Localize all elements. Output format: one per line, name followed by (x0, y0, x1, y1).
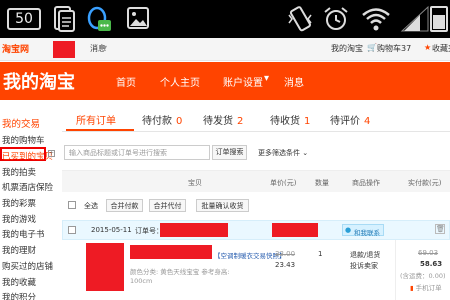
expand-icon[interactable]: + (48, 150, 55, 157)
select-all-checkbox[interactable] (68, 201, 76, 209)
order-search-button[interactable]: 订单搜索 (212, 145, 247, 160)
sidebar-item-ebooks[interactable]: 我的电子书 (2, 228, 45, 240)
nav-home[interactable]: 首页 (116, 74, 136, 89)
wangwang-icon: ● (345, 226, 352, 234)
col-unit-price: 单价(元) (270, 179, 297, 187)
sidebar-title: 我的交易 (2, 119, 41, 130)
complain-link[interactable]: 投诉卖家 (350, 261, 378, 271)
cart-icon: 🛒 (367, 43, 377, 52)
page-title: 我的淘宝 (3, 72, 75, 93)
column-divider (395, 240, 396, 300)
sidebar-item-finance[interactable]: 我的理财 (2, 244, 36, 256)
contact-seller-button[interactable]: ● 和我联系 (342, 224, 384, 237)
col-quantity: 数量 (315, 179, 329, 187)
order-tabs: 所有订单 待付款 0 待发货 2 待收货 1 待评价 4 (62, 104, 450, 132)
tab-pending-payment[interactable]: 待付款 0 (142, 112, 182, 127)
active-tab-indicator (66, 129, 134, 131)
original-unit-price: 33.00 (275, 250, 296, 258)
sidebar-item-shops[interactable]: 购买过的店铺 (2, 260, 53, 272)
redacted-product-image[interactable] (86, 243, 124, 291)
paid-amount: 58.63 (420, 260, 443, 268)
sidebar-item-bought[interactable]: 已买到的宝贝 (2, 150, 53, 162)
order-date: 2015-05-11 (91, 226, 132, 234)
search-placeholder: 输入商品标题或订单号进行搜索 (69, 149, 167, 157)
sidebar-item-points[interactable]: 我的积分 (2, 291, 36, 300)
batch-confirm-receipt-button[interactable]: 批量确认收货 (196, 199, 249, 212)
original-paid-amount: 69.03 (418, 249, 439, 257)
favorites-link[interactable]: 收藏夹 (432, 43, 450, 54)
order-table-header: 宝贝 单价(元) 数量 商品操作 实付款(元) (62, 170, 450, 192)
qq-chat-icon (87, 6, 111, 31)
order-search-input[interactable]: 输入商品标题或订单号进行搜索 (64, 145, 210, 160)
screen: 50 淘宝网 消息 ▾ 我的淘宝 🛒 购物车37 ★ 收藏 我的淘宝 首页 个人… (0, 0, 450, 300)
merge-pay-button[interactable]: 合并付款 (106, 199, 143, 212)
redacted-shop-name[interactable] (272, 223, 318, 237)
col-paid: 实付款(元) (408, 179, 442, 187)
redacted-username (53, 41, 75, 58)
shipping-fee: (含运费：0.00) (400, 272, 446, 280)
cart-link[interactable]: 购物车37 (377, 43, 411, 54)
sidebar-item-lottery[interactable]: 我的彩票 (2, 197, 36, 209)
order-checkbox[interactable] (68, 226, 76, 234)
col-item-actions: 商品操作 (352, 179, 380, 187)
more-filters-link[interactable]: 更多筛选条件 ⌄ (258, 148, 308, 158)
merge-proxy-pay-button[interactable]: 合并代付 (149, 199, 186, 212)
taobao-top-bar: 淘宝网 消息 ▾ 我的淘宝 🛒 购物车37 ★ 收藏夹 (0, 38, 450, 61)
taobao-logo[interactable]: 淘宝网 (2, 42, 29, 55)
product-spec: 颜色分类: 黄色天线宝宝 参考身高: 100cm (130, 268, 230, 285)
redacted-order-number (160, 223, 228, 237)
my-taobao-header: 我的淘宝 首页 个人主页 账户设置 ▾ 消息 (0, 62, 450, 100)
tab-pending-shipment[interactable]: 待发货 2 (203, 112, 243, 127)
notification-count-badge: 50 (7, 8, 41, 30)
tab-all-orders[interactable]: 所有订单 (76, 112, 116, 127)
document-icon (54, 6, 75, 32)
nav-account-settings[interactable]: 账户设置 (223, 74, 263, 89)
redacted-product-title[interactable] (130, 245, 212, 259)
chevron-down-icon: ▾ (103, 43, 108, 52)
refund-link[interactable]: 退款/退货 (350, 250, 380, 260)
select-all-label: 全选 (84, 202, 98, 210)
battery-icon (430, 6, 448, 32)
sidebar-item-travel[interactable]: 机票酒店保险 (2, 181, 53, 193)
alarm-icon (324, 7, 348, 30)
phone-order-text: 手机订单 (415, 284, 442, 292)
star-icon: ★ (424, 43, 432, 52)
order-number-label: 订单号： (135, 227, 163, 235)
sidebar-item-cart[interactable]: 我的购物车 (2, 134, 45, 146)
col-item: 宝贝 (188, 179, 202, 187)
sidebar-item-auction[interactable]: 我的拍卖 (2, 166, 36, 178)
nav-profile[interactable]: 个人主页 (160, 74, 200, 89)
sidebar-item-favorites[interactable]: 我的收藏 (2, 276, 36, 288)
unit-price: 23.43 (275, 261, 296, 269)
phone-icon: ▮ (410, 284, 414, 292)
my-taobao-link[interactable]: 我的淘宝 (331, 43, 363, 54)
vibrate-icon (288, 6, 312, 32)
phone-order-label: ▮ 手机订单 (410, 282, 442, 292)
wifi-icon (362, 8, 390, 31)
tab-pending-receipt[interactable]: 待收货 1 (270, 112, 310, 127)
sidebar-item-games[interactable]: 我的游戏 (2, 213, 36, 225)
android-status-bar: 50 (0, 0, 450, 38)
tab-pending-review[interactable]: 待评价 4 (330, 112, 370, 127)
quantity: 1 (318, 250, 323, 258)
signal-strength-icon (400, 5, 429, 32)
delete-order-icon[interactable]: 🗑 (435, 224, 445, 234)
chevron-down-icon: ▾ (264, 73, 270, 84)
image-icon (127, 7, 149, 29)
nav-messages[interactable]: 消息 (284, 74, 304, 89)
